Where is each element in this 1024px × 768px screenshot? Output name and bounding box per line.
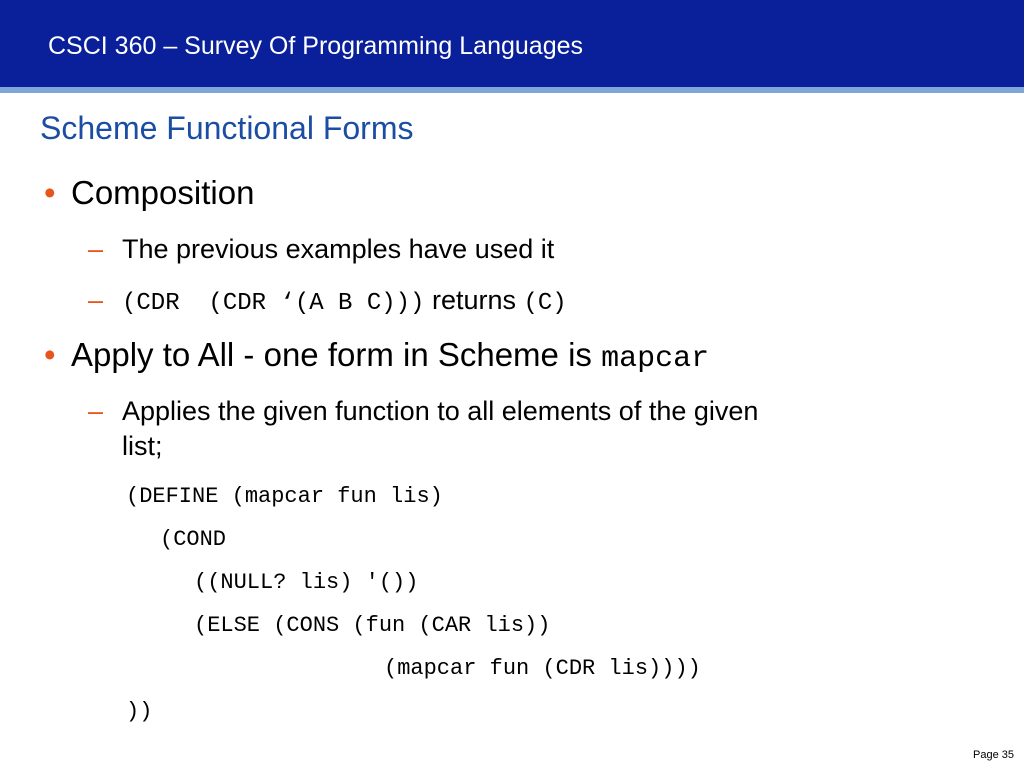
bullet-icon: • <box>44 336 56 373</box>
sub-bullet-text: (CDR (CDR ‘(A B C))) returns (C) <box>122 285 567 317</box>
sub-bullet-text: The previous examples have used it <box>122 234 555 264</box>
sub-bullet-text: Applies the given function to all elemen… <box>122 396 759 426</box>
code-line: (DEFINE (mapcar fun lis) <box>126 484 443 509</box>
code-line: (mapcar fun (CDR lis)))) <box>384 656 701 681</box>
page-number: Page 35 <box>973 749 1014 761</box>
bullet-text: Composition <box>71 174 255 211</box>
code-line: (ELSE (CONS (fun (CAR lis)) <box>194 613 551 638</box>
dash-icon: – <box>88 396 104 426</box>
slide-body: • Composition – The previous examples ha… <box>0 0 1024 768</box>
code-line: (COND <box>160 527 227 552</box>
dash-icon: – <box>88 285 104 315</box>
inline-code: (C) <box>523 290 567 317</box>
code-line: ((NULL? lis) '()) <box>194 570 419 595</box>
inline-text: Apply to All - one form in Scheme is <box>71 336 602 373</box>
slide: CSCI 360 – Survey Of Programming Languag… <box>0 0 1024 768</box>
sub-bullet-text: list; <box>122 431 163 461</box>
inline-code: (CDR (CDR ‘(A B C))) <box>122 290 425 317</box>
bullet-icon: • <box>44 174 56 211</box>
inline-text: returns <box>424 285 524 315</box>
inline-code: mapcar <box>601 342 710 376</box>
dash-icon: – <box>88 234 104 264</box>
code-line: )) <box>126 699 153 724</box>
bullet-text: Apply to All - one form in Scheme is map… <box>71 336 709 376</box>
